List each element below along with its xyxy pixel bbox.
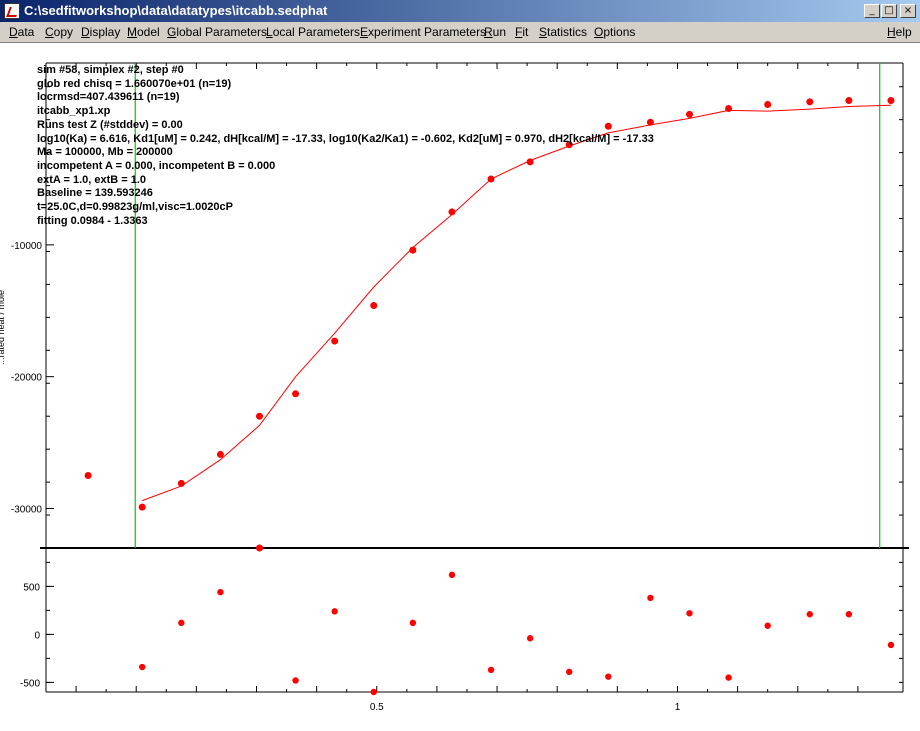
maximize-button[interactable]: □ bbox=[881, 4, 897, 18]
x-tick-label: 1 bbox=[675, 702, 681, 713]
info-line: fitting 0.0984 - 1.3363 bbox=[37, 214, 148, 227]
y-tick-label: -20000 bbox=[11, 373, 43, 384]
data-point bbox=[686, 110, 694, 118]
menu-bar: Data Copy Display Model Global Parameter… bbox=[0, 22, 920, 42]
info-line: sim #58, simplex #2, step #0 bbox=[37, 64, 184, 76]
data-point bbox=[84, 472, 92, 480]
info-line: incompetent A = 0.000, incompetent B = 0… bbox=[37, 159, 276, 172]
data-point bbox=[526, 158, 534, 166]
residual-point bbox=[256, 544, 263, 552]
data-point bbox=[646, 118, 654, 126]
data-point bbox=[448, 208, 456, 216]
residual-point bbox=[370, 688, 377, 696]
menu-global-parameters[interactable]: Global Parameters bbox=[167, 25, 267, 39]
residual-point bbox=[725, 674, 732, 681]
data-point bbox=[887, 97, 895, 105]
y-tick-label: 0 bbox=[34, 630, 40, 641]
info-line: log10(Ka) = 6.616, Kd1[uM] = 0.242, dH[k… bbox=[37, 132, 654, 145]
data-point bbox=[177, 479, 185, 487]
menu-run[interactable]: Run bbox=[484, 25, 506, 39]
residual-point bbox=[845, 611, 853, 618]
residual-point bbox=[647, 594, 654, 602]
residual-point bbox=[217, 588, 224, 596]
data-point bbox=[604, 122, 612, 130]
menu-display[interactable]: Display bbox=[81, 25, 120, 39]
residual-point bbox=[764, 622, 771, 629]
y-tick-label: -10000 bbox=[11, 241, 43, 252]
data-point bbox=[292, 390, 300, 398]
residual-point bbox=[331, 608, 338, 615]
data-point bbox=[370, 302, 378, 309]
data-point bbox=[806, 98, 814, 106]
residual-point bbox=[448, 571, 456, 579]
info-line: locrmsd=407.439611 (n=19) bbox=[37, 91, 180, 104]
title-bar: C:\sedfitworkshop\data\datatypes\itcabb.… bbox=[0, 0, 920, 22]
data-point bbox=[255, 412, 263, 420]
data-point bbox=[331, 337, 339, 345]
menu-model[interactable]: Model bbox=[127, 25, 160, 39]
residual-point bbox=[487, 666, 495, 674]
info-line: t=25.0C,d=0.99823g/ml,visc=1.0020cP bbox=[37, 201, 234, 213]
info-line: extA = 1.0, extB = 1.0 bbox=[37, 173, 147, 186]
menu-local-parameters[interactable]: Local Parameters bbox=[266, 25, 360, 39]
y-tick-label: -30000 bbox=[11, 504, 43, 515]
close-button[interactable]: × bbox=[900, 4, 916, 18]
data-point bbox=[764, 101, 772, 109]
residual-point bbox=[409, 619, 417, 627]
menu-fit[interactable]: Fit bbox=[515, 25, 528, 39]
info-line: Runs test Z (#stddev) = 0.00 bbox=[37, 118, 183, 131]
plot-area[interactable]: -10000 -20000 -30000 ...rated heat / mole 50… bbox=[0, 42, 920, 731]
info-line: itcabb_xp1.xp bbox=[37, 105, 111, 118]
info-line: Baseline = 139.593246 bbox=[37, 187, 153, 200]
data-point bbox=[138, 503, 146, 511]
app-icon[interactable] bbox=[4, 3, 20, 19]
data-point bbox=[845, 97, 853, 105]
residual-point bbox=[178, 619, 185, 627]
residual-point bbox=[566, 668, 573, 676]
info-line: Ma = 100000, Mb = 200000 bbox=[37, 146, 173, 159]
y-axis-label: ...rated heat / mole bbox=[0, 290, 6, 365]
menu-data[interactable]: Data bbox=[9, 25, 34, 39]
menu-help[interactable]: Help bbox=[887, 25, 912, 39]
menu-copy[interactable]: Copy bbox=[45, 25, 73, 39]
minimize-button[interactable]: _ bbox=[864, 4, 880, 18]
info-line: glob red chisq = 1.660070e+01 (n=19) bbox=[37, 77, 232, 90]
residual-point bbox=[605, 673, 612, 680]
residual-point bbox=[686, 610, 693, 617]
data-point bbox=[216, 450, 224, 458]
menu-experiment-parameters[interactable]: Experiment Parameters bbox=[360, 25, 486, 39]
residual-point bbox=[806, 611, 813, 618]
window-title: C:\sedfitworkshop\data\datatypes\itcabb.… bbox=[24, 3, 328, 18]
data-point bbox=[725, 104, 733, 112]
data-point bbox=[487, 175, 495, 183]
y-tick-label: -500 bbox=[20, 678, 40, 689]
residual-point bbox=[292, 677, 299, 684]
residual-point bbox=[526, 635, 534, 642]
y-tick-label: 500 bbox=[23, 582, 40, 593]
data-point bbox=[409, 246, 417, 254]
x-tick-label: 0.5 bbox=[370, 702, 384, 713]
residual-point bbox=[139, 663, 146, 671]
menu-statistics[interactable]: Statistics bbox=[539, 25, 587, 39]
menu-options[interactable]: Options bbox=[594, 25, 635, 39]
residual-point bbox=[887, 641, 895, 649]
